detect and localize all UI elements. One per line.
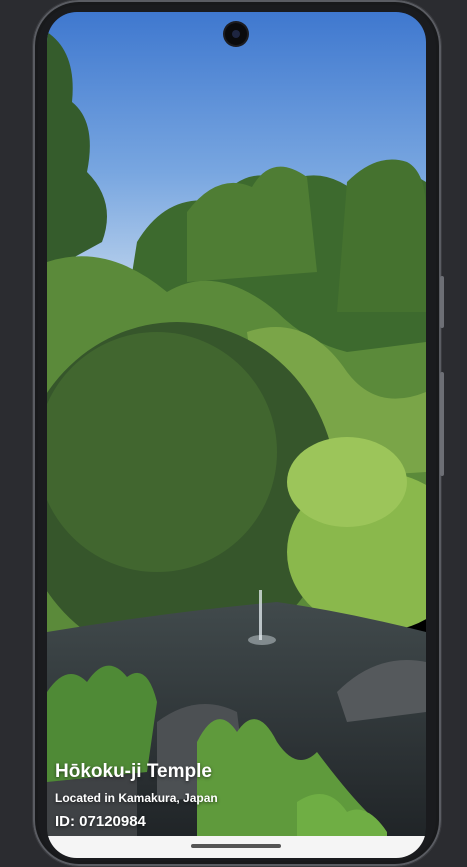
place-title[interactable]: Hōkoku-ji Temple: [55, 760, 218, 784]
gesture-handle[interactable]: [191, 844, 281, 848]
front-camera: [225, 23, 247, 45]
garden-photo: [47, 12, 426, 858]
navigation-bar: [47, 836, 426, 858]
place-id: ID: 07120984: [55, 813, 146, 830]
volume-buttons: [440, 372, 444, 476]
background-photo[interactable]: [47, 12, 426, 858]
screen: Hōkoku-ji Temple Located in Kamakura, Ja…: [47, 12, 426, 858]
place-caption: Hōkoku-ji Temple Located in Kamakura, Ja…: [55, 760, 218, 832]
power-button: [440, 276, 444, 328]
place-location: Located in Kamakura, Japan: [55, 791, 218, 805]
